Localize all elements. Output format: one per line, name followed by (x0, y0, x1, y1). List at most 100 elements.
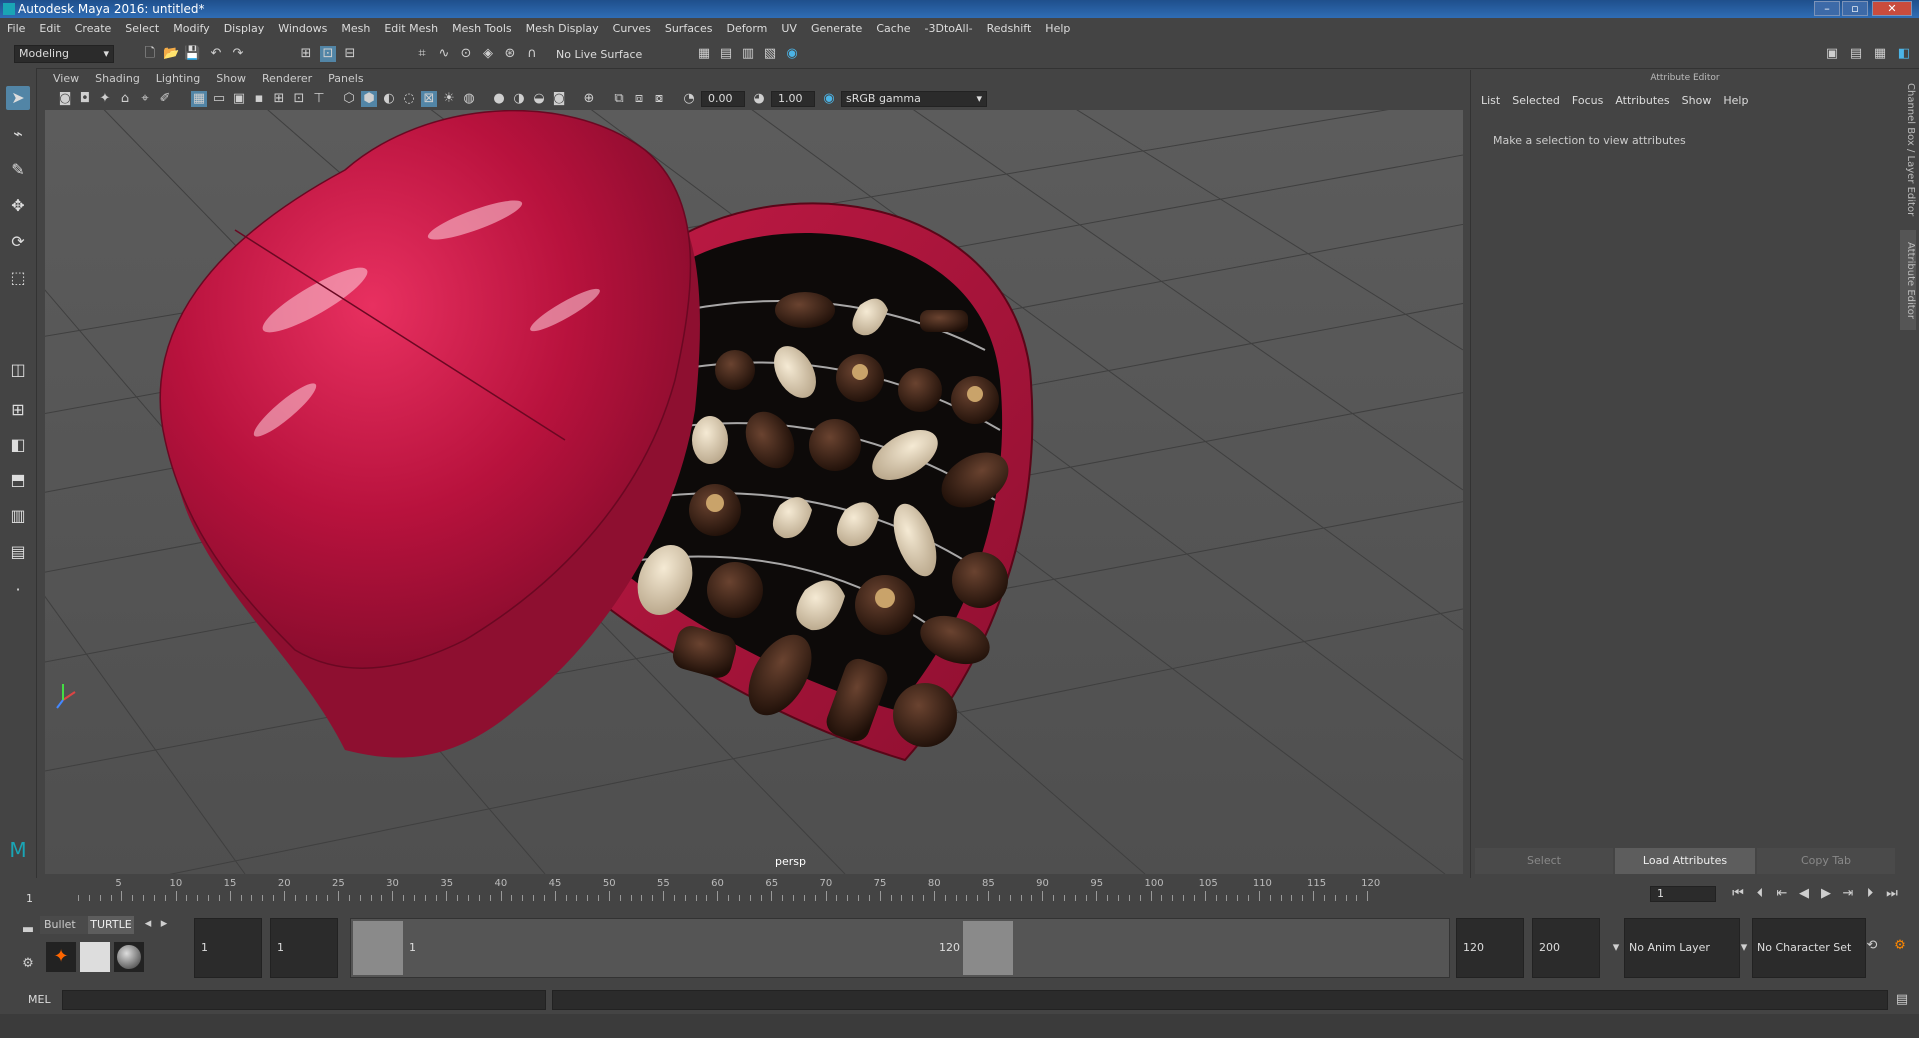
camera-attributes-icon[interactable]: ◘ (77, 91, 93, 107)
gamma-field[interactable]: 1.00 (771, 91, 815, 107)
menu-display[interactable]: Display (217, 18, 272, 40)
render-view-icon[interactable]: ▦ (696, 46, 712, 62)
tab-channel-box[interactable]: Channel Box / Layer Editor (1900, 80, 1916, 220)
safe-title-icon[interactable]: ⊤ (311, 91, 327, 107)
single-perspective-layout-icon[interactable]: ◫ (6, 358, 30, 382)
channel-box-toggle-icon[interactable]: ◧ (1896, 46, 1912, 62)
go-to-start-icon[interactable]: ⏮ (1730, 886, 1746, 902)
x-ray-icon[interactable]: ⧉ (611, 91, 627, 107)
menu-cache[interactable]: Cache (869, 18, 917, 40)
smooth-shade-icon[interactable]: ⬢ (361, 91, 377, 107)
minimize-button[interactable]: – (1814, 1, 1840, 16)
two-panes-stacked-layout-icon[interactable]: ⬒ (6, 468, 30, 492)
wireframe-icon[interactable]: ⬡ (341, 91, 357, 107)
workspace-icon[interactable]: ▣ (1824, 46, 1840, 62)
x-ray-active-icon[interactable]: ⧇ (651, 91, 667, 107)
wireframe-on-shaded-icon[interactable]: ◐ (381, 91, 397, 107)
outliner-persp-layout-icon[interactable]: ▥ (6, 504, 30, 528)
undo-icon[interactable]: ↶ (208, 46, 224, 62)
menu-redshift[interactable]: Redshift (980, 18, 1039, 40)
auto-keyframe-icon[interactable]: ⟲ (1864, 938, 1880, 954)
menu-edit-mesh[interactable]: Edit Mesh (377, 18, 445, 40)
ae-menu-show[interactable]: Show (1678, 94, 1720, 107)
select-tool-icon[interactable]: ➤ (6, 86, 30, 110)
ipr-render-icon[interactable]: ▥ (740, 46, 756, 62)
menu-create[interactable]: Create (68, 18, 119, 40)
graph-editor-layout-icon[interactable]: ▤ (6, 540, 30, 564)
vp-menu-show[interactable]: Show (208, 70, 254, 88)
vp-menu-lighting[interactable]: Lighting (148, 70, 208, 88)
step-forward-key-icon[interactable]: ⇥ (1840, 886, 1856, 902)
depth-of-field-icon[interactable]: ◙ (551, 91, 567, 107)
snap-live-icon[interactable]: ⊛ (502, 46, 518, 62)
menu-windows[interactable]: Windows (271, 18, 334, 40)
menu-select[interactable]: Select (118, 18, 166, 40)
menu-generate[interactable]: Generate (804, 18, 869, 40)
redo-icon[interactable]: ↷ (230, 46, 246, 62)
tab-attribute-editor[interactable]: Attribute Editor (1900, 230, 1916, 330)
script-editor-icon[interactable]: ▤ (1894, 992, 1910, 1008)
anim-layer-dropdown[interactable]: No Anim Layer (1624, 918, 1740, 978)
view-transform-icon[interactable]: ◉ (821, 91, 837, 107)
menu-uv[interactable]: UV (774, 18, 804, 40)
move-tool-icon[interactable]: ✥ (6, 194, 30, 218)
animation-preferences-icon[interactable]: ⚙ (1892, 938, 1908, 954)
load-attributes-button[interactable]: Load Attributes (1615, 848, 1755, 874)
menu-deform[interactable]: Deform (719, 18, 774, 40)
step-back-frame-icon[interactable]: ⏴ (1752, 886, 1768, 902)
default-material-icon[interactable]: ◌ (401, 91, 417, 107)
range-start-handle[interactable] (353, 921, 403, 975)
hypershade-icon[interactable]: ◉ (784, 46, 800, 62)
screen-space-ao-icon[interactable]: ● (491, 91, 507, 107)
play-backwards-icon[interactable]: ◀ (1796, 886, 1812, 902)
grid-toggle-icon[interactable]: ▦ (191, 91, 207, 107)
ae-menu-attributes[interactable]: Attributes (1611, 94, 1677, 107)
image-plane-icon[interactable]: ⌂ (117, 91, 133, 107)
ae-menu-selected[interactable]: Selected (1508, 94, 1568, 107)
paint-select-tool-icon[interactable]: ✎ (6, 158, 30, 182)
x-ray-joints-icon[interactable]: ⧈ (631, 91, 647, 107)
time-slider[interactable]: 5 10 15 20 25 30 35 40 45 50 55 60 65 70 75 80 85 90 95 100… (0, 878, 1919, 908)
anti-aliasing-icon[interactable]: ◒ (531, 91, 547, 107)
snap-view-plane-icon[interactable]: ◈ (480, 46, 496, 62)
menu-surfaces[interactable]: Surfaces (658, 18, 720, 40)
go-to-end-icon[interactable]: ⏭ (1884, 886, 1900, 902)
exposure-field[interactable]: 0.00 (701, 91, 745, 107)
chevron-down-icon[interactable]: ▾ (1608, 940, 1624, 956)
copy-tab-button[interactable]: Copy Tab (1757, 848, 1895, 874)
new-scene-icon[interactable]: 🗋 (142, 46, 158, 62)
shadows-icon[interactable]: ◍ (461, 91, 477, 107)
grease-pencil-icon[interactable]: ✐ (157, 91, 173, 107)
turtle-render-icon[interactable]: ✦ (46, 942, 76, 972)
field-chart-icon[interactable]: ⊞ (271, 91, 287, 107)
maximize-button[interactable]: ▫ (1842, 1, 1868, 16)
menu-3dtoall[interactable]: -3DtoAll- (918, 18, 980, 40)
snap-magnet-icon[interactable]: ∩ (524, 46, 540, 62)
select-by-hierarchy-icon[interactable]: ⊞ (298, 46, 314, 62)
snap-curve-icon[interactable]: ∿ (436, 46, 452, 62)
step-forward-frame-icon[interactable]: ⏵ (1862, 886, 1878, 902)
live-surface-label[interactable]: No Live Surface (556, 48, 642, 61)
chevron-down-icon[interactable]: ▾ (1736, 940, 1752, 956)
open-scene-icon[interactable]: 📂 (163, 46, 179, 62)
ae-menu-help[interactable]: Help (1719, 94, 1756, 107)
use-all-lights-icon[interactable]: ☀ (441, 91, 457, 107)
four-view-layout-icon[interactable]: ⊞ (6, 398, 30, 422)
select-by-object-icon[interactable]: ⊡ (320, 46, 336, 62)
ae-menu-focus[interactable]: Focus (1568, 94, 1611, 107)
two-panes-side-layout-icon[interactable]: ◧ (6, 433, 30, 457)
menu-edit[interactable]: Edit (32, 18, 67, 40)
play-forwards-icon[interactable]: ▶ (1818, 886, 1834, 902)
scene-start-field[interactable]: 1 (194, 918, 262, 978)
range-slider-track[interactable]: 1 120 (350, 918, 1450, 978)
close-button[interactable]: ✕ (1872, 1, 1912, 16)
lasso-tool-icon[interactable]: ⌁ (6, 122, 30, 146)
scale-tool-icon[interactable]: ⬚ (6, 266, 30, 290)
playback-start-field[interactable]: 1 (270, 918, 338, 978)
mel-input[interactable] (62, 990, 546, 1010)
step-back-key-icon[interactable]: ⇤ (1774, 886, 1790, 902)
color-space-dropdown[interactable]: sRGB gamma ▾ (841, 91, 987, 107)
menu-help[interactable]: Help (1038, 18, 1077, 40)
ae-menu-list[interactable]: List (1477, 94, 1508, 107)
shelf-scroll-right-icon[interactable]: ▸ (156, 916, 172, 932)
